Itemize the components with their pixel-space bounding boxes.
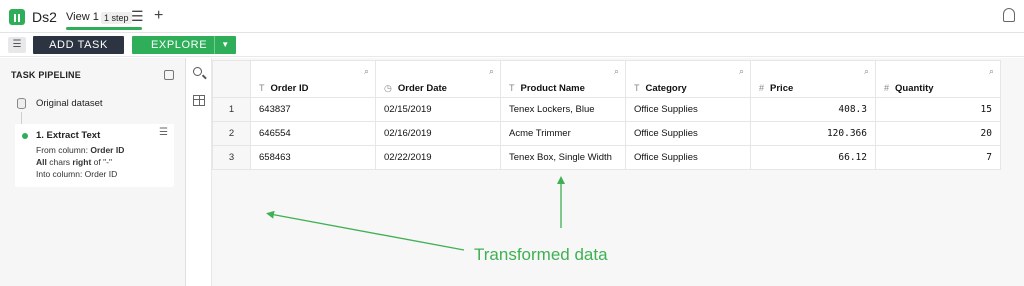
cell[interactable]: 02/15/2019 bbox=[375, 97, 501, 122]
cell[interactable]: Office Supplies bbox=[625, 145, 751, 170]
cell[interactable]: 66.12 bbox=[750, 145, 876, 170]
column-header[interactable]: ◷ Order Date ⌕ bbox=[375, 60, 501, 98]
row-index: 2 bbox=[212, 121, 251, 146]
table-row: 2 646554 02/16/2019 Acme Trimmer Office … bbox=[212, 121, 1001, 146]
chevron-down-icon[interactable]: ▼ bbox=[214, 36, 236, 54]
list-toggle-icon[interactable]: ☰ bbox=[8, 37, 26, 53]
dataset-name[interactable]: Ds2 bbox=[32, 9, 57, 25]
column-label: Category bbox=[645, 83, 687, 94]
filter-icon[interactable]: ⌕ bbox=[864, 66, 869, 77]
column-label: Order Date bbox=[397, 83, 447, 94]
grid-tools-column bbox=[186, 58, 212, 286]
hamburger-icon[interactable]: ☰ bbox=[131, 8, 144, 25]
row-index: 3 bbox=[212, 145, 251, 170]
row-index: 1 bbox=[212, 97, 251, 122]
active-tab-indicator bbox=[66, 27, 142, 30]
explore-button[interactable]: EXPLORE ▼ bbox=[132, 36, 236, 54]
cell[interactable]: 7 bbox=[875, 145, 1001, 170]
cell[interactable]: Acme Trimmer bbox=[500, 121, 626, 146]
number-type-icon: # bbox=[884, 83, 890, 93]
filter-icon[interactable]: ⌕ bbox=[739, 66, 744, 77]
step-menu-icon[interactable]: ☰ bbox=[159, 127, 168, 138]
data-table: T Order ID ⌕ ◷ Order Date ⌕ T Product Name ⌕ T… bbox=[212, 60, 1001, 170]
step-extract-rule: All chars right of "-" bbox=[36, 157, 112, 167]
bell-icon[interactable] bbox=[1003, 8, 1015, 22]
cell[interactable]: Office Supplies bbox=[625, 121, 751, 146]
database-icon bbox=[17, 98, 26, 109]
tab-view-1[interactable]: View 1 bbox=[66, 11, 99, 23]
cell[interactable]: 15 bbox=[875, 97, 1001, 122]
cell[interactable]: Tenex Box, Single Width bbox=[500, 145, 626, 170]
cell[interactable]: 20 bbox=[875, 121, 1001, 146]
cell[interactable]: 646554 bbox=[250, 121, 376, 146]
toolbar: ☰ ADD TASK EXPLORE ▼ bbox=[0, 33, 1024, 57]
table-row: 1 643837 02/15/2019 Tenex Lockers, Blue … bbox=[212, 97, 1001, 122]
filter-icon[interactable]: ⌕ bbox=[489, 66, 494, 77]
top-bar: Ds2 View 1 1 step ☰ + bbox=[0, 0, 1024, 33]
original-dataset-item[interactable]: Original dataset bbox=[36, 98, 103, 109]
header-row: T Order ID ⌕ ◷ Order Date ⌕ T Product Name ⌕ T… bbox=[212, 60, 1001, 98]
text-type-icon: T bbox=[634, 83, 640, 93]
cell[interactable]: 658463 bbox=[250, 145, 376, 170]
cell[interactable]: 408.3 bbox=[750, 97, 876, 122]
task-pipeline-sidebar: TASK PIPELINE Original dataset 1. Extrac… bbox=[0, 58, 186, 286]
data-grid-area: T Order ID ⌕ ◷ Order Date ⌕ T Product Name ⌕ T… bbox=[212, 58, 1024, 286]
step-target-column: Into column: Order ID bbox=[36, 169, 118, 179]
pipeline-step-card[interactable]: 1. Extract Text ☰ From column: Order ID … bbox=[15, 124, 174, 187]
column-header[interactable]: T Product Name ⌕ bbox=[500, 60, 626, 98]
cell[interactable]: 02/16/2019 bbox=[375, 121, 501, 146]
column-label: Product Name bbox=[520, 83, 585, 94]
step-status-dot-icon bbox=[22, 133, 28, 139]
step-title: 1. Extract Text bbox=[36, 130, 101, 141]
step-source-column: From column: Order ID bbox=[36, 145, 125, 155]
table-row: 3 658463 02/22/2019 Tenex Box, Single Wi… bbox=[212, 145, 1001, 170]
cell[interactable]: 120.366 bbox=[750, 121, 876, 146]
cell[interactable]: Tenex Lockers, Blue bbox=[500, 97, 626, 122]
text-type-icon: T bbox=[259, 83, 265, 93]
pipeline-title: TASK PIPELINE bbox=[11, 70, 81, 80]
add-task-button[interactable]: ADD TASK bbox=[33, 36, 124, 54]
column-label: Quantity bbox=[895, 83, 934, 94]
filter-icon[interactable]: ⌕ bbox=[989, 66, 994, 77]
search-icon[interactable] bbox=[193, 67, 202, 76]
step-count-badge: 1 step bbox=[101, 12, 132, 24]
cell[interactable]: 643837 bbox=[250, 97, 376, 122]
collapse-panel-icon[interactable] bbox=[164, 70, 174, 80]
column-header[interactable]: # Price ⌕ bbox=[750, 60, 876, 98]
date-type-icon: ◷ bbox=[384, 83, 392, 93]
column-label: Price bbox=[770, 83, 794, 94]
explore-label: EXPLORE bbox=[151, 39, 208, 51]
filter-icon[interactable]: ⌕ bbox=[614, 66, 619, 77]
app-logo-icon bbox=[9, 9, 25, 25]
column-label: Order ID bbox=[270, 83, 309, 94]
add-view-icon[interactable]: + bbox=[154, 7, 163, 25]
table-settings-icon[interactable] bbox=[193, 95, 205, 106]
annotation-label: Transformed data bbox=[474, 245, 608, 264]
cell[interactable]: Office Supplies bbox=[625, 97, 751, 122]
column-header[interactable]: # Quantity ⌕ bbox=[875, 60, 1001, 98]
row-index-header bbox=[212, 60, 251, 98]
column-header[interactable]: T Order ID ⌕ bbox=[250, 60, 376, 98]
cell[interactable]: 02/22/2019 bbox=[375, 145, 501, 170]
column-header[interactable]: T Category ⌕ bbox=[625, 60, 751, 98]
text-type-icon: T bbox=[509, 83, 515, 93]
number-type-icon: # bbox=[759, 83, 765, 93]
filter-icon[interactable]: ⌕ bbox=[364, 66, 369, 77]
